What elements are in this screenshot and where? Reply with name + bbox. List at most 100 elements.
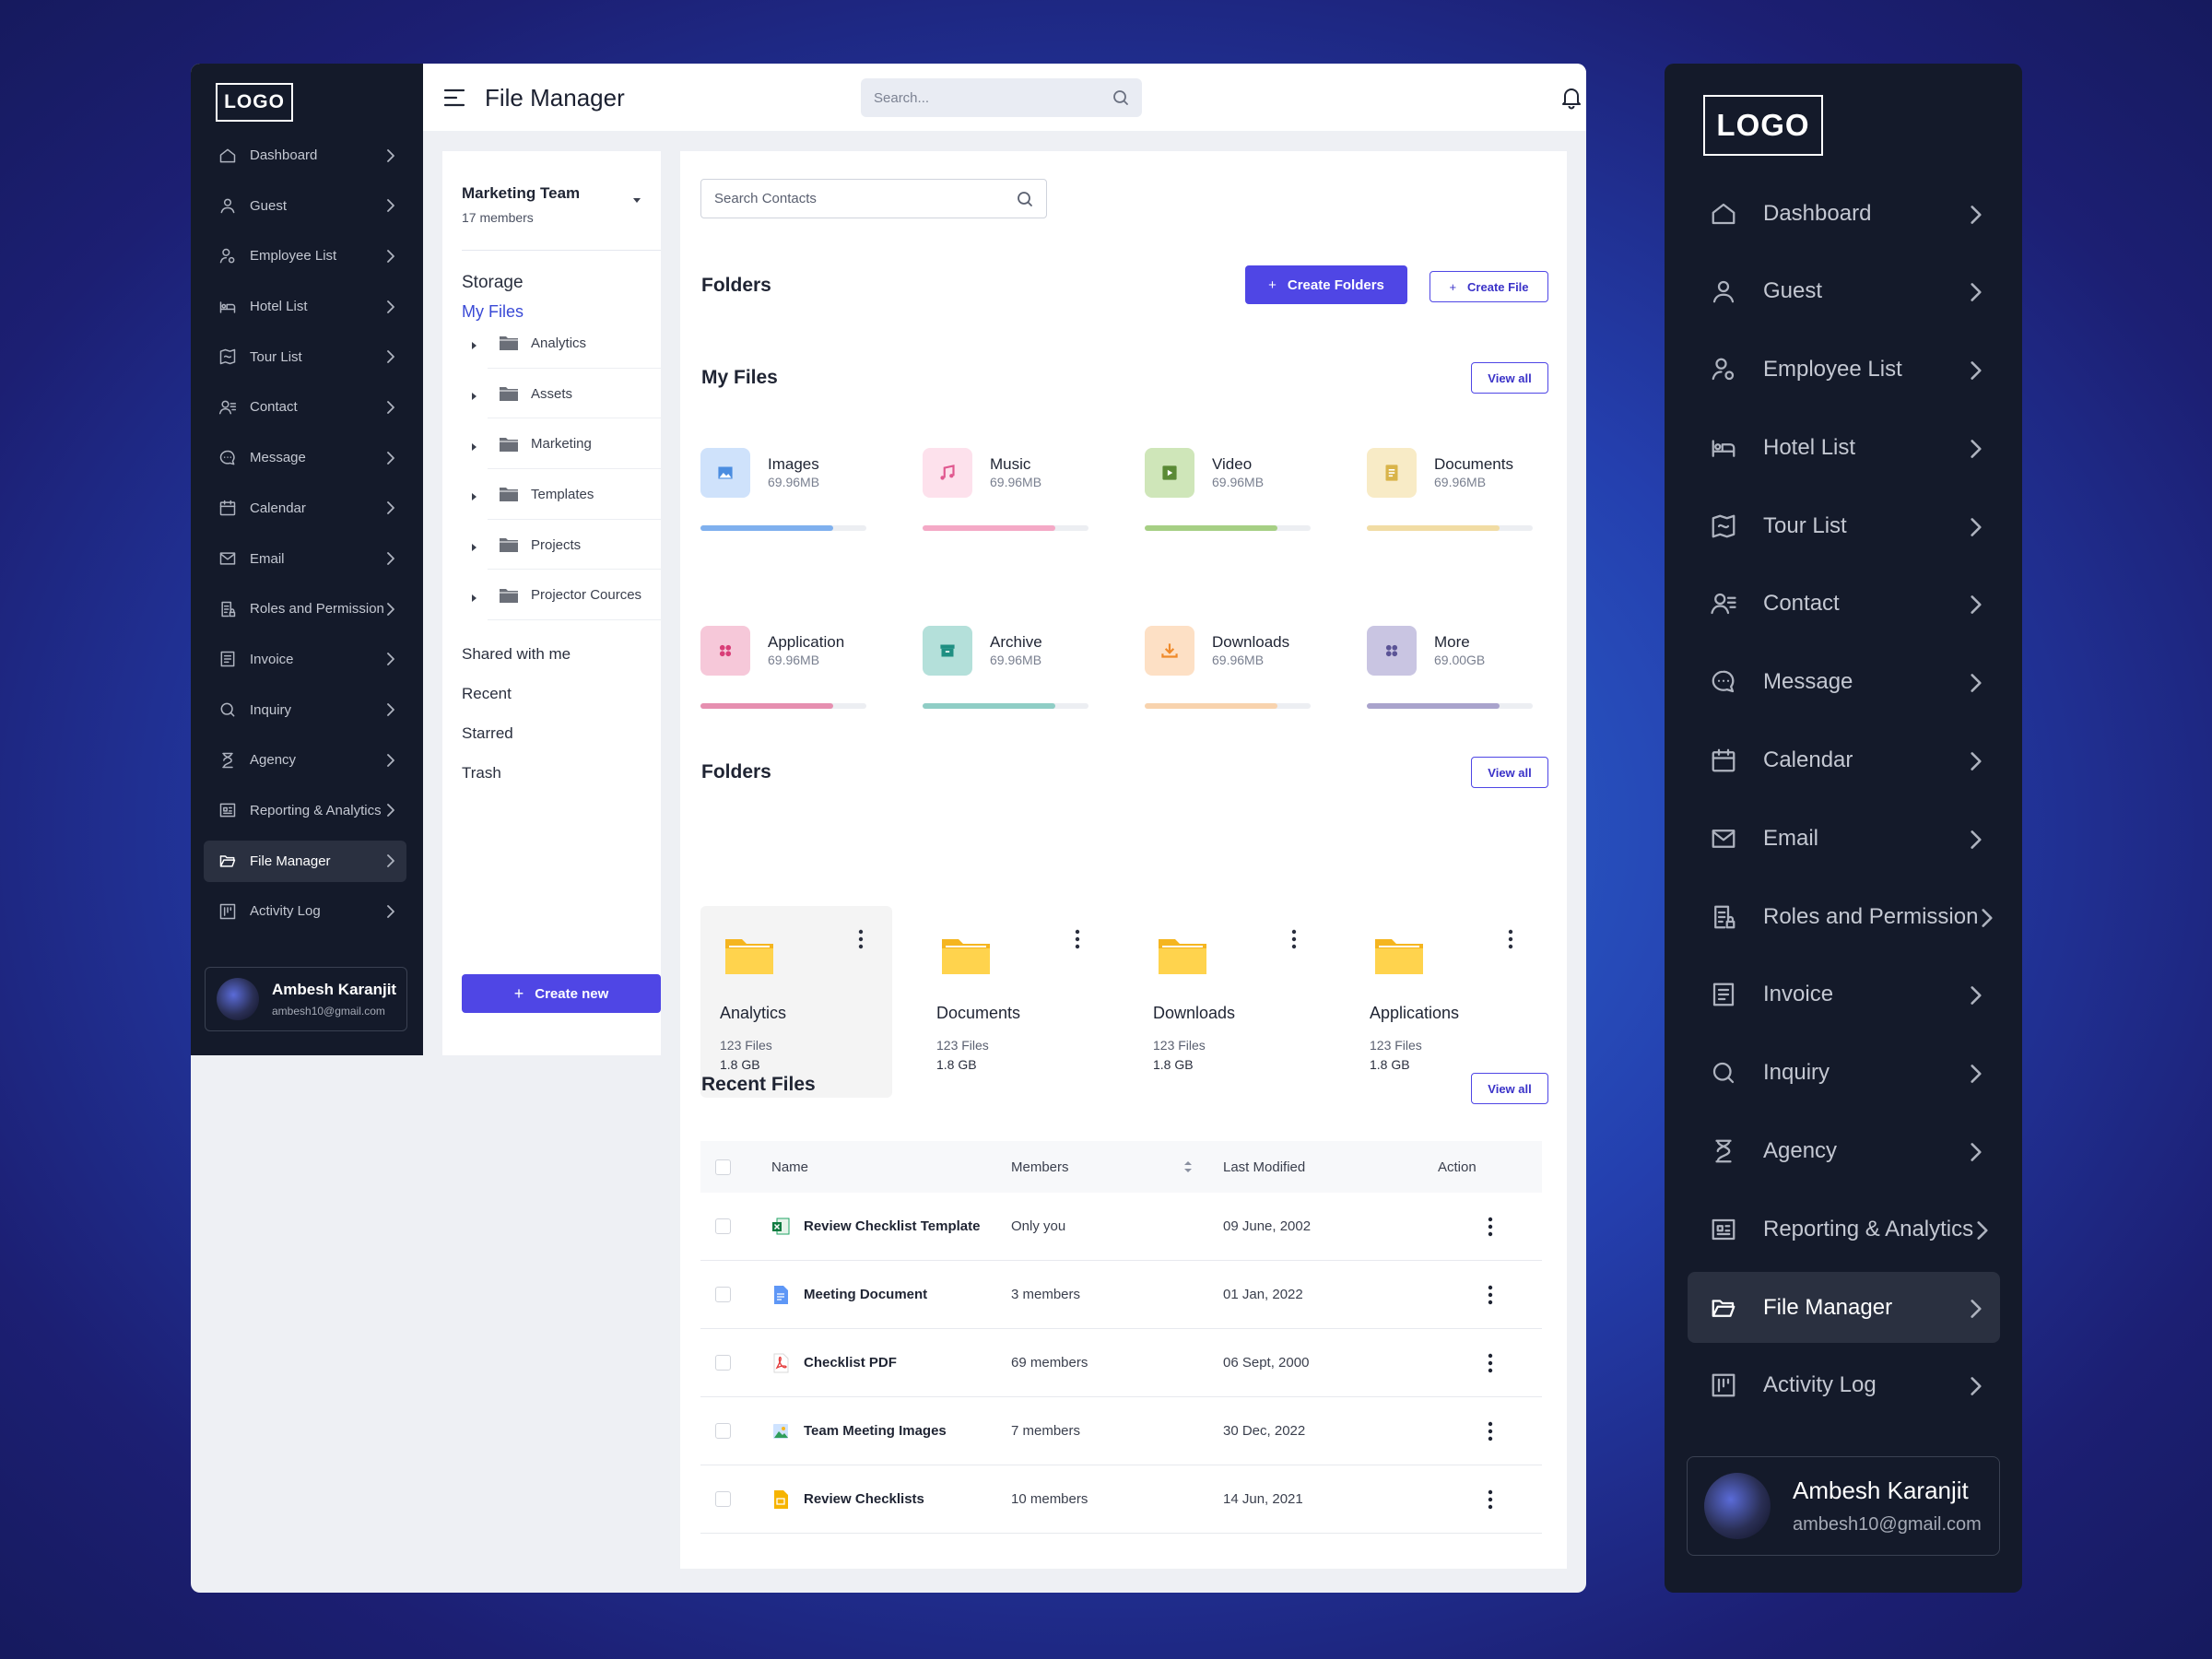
tree-folder-projector-cources[interactable]: Projector Cources (462, 570, 661, 620)
search-icon[interactable] (1017, 191, 1033, 207)
sidebar-big-item-tour-list[interactable]: Tour List (1688, 490, 2000, 561)
sidebar-big-item-inquiry[interactable]: Inquiry (1688, 1038, 2000, 1109)
sidebar-big-item-agency[interactable]: Agency (1688, 1116, 2000, 1187)
caret-right-icon[interactable] (469, 489, 478, 501)
file-type-images[interactable]: Images 69.96MB (700, 448, 866, 559)
create-folders-button[interactable]: + Create Folders (1245, 265, 1407, 304)
sidebar-item-reporting-analytics[interactable]: Reporting & Analytics (204, 790, 406, 831)
sidebar-item-contact[interactable]: Contact (204, 386, 406, 428)
caret-right-icon[interactable] (469, 440, 478, 451)
more-vertical-icon[interactable] (1487, 1420, 1494, 1442)
folder-card-documents[interactable]: Documents 123 Files 1.8 GB (917, 906, 1109, 1098)
file-type-video[interactable]: Video 69.96MB (1145, 448, 1311, 559)
tree-folder-analytics[interactable]: Analytics (462, 318, 661, 369)
sidebar-item-hotel-list[interactable]: Hotel List (204, 286, 406, 327)
tree-folder-templates[interactable]: Templates (462, 469, 661, 520)
sidebar-item-calendar[interactable]: Calendar (204, 488, 406, 529)
link-recent[interactable]: Recent (462, 685, 571, 724)
row-checkbox[interactable] (715, 1287, 731, 1302)
more-vertical-icon[interactable] (1487, 1352, 1494, 1374)
sidebar-item-message[interactable]: Message (204, 437, 406, 478)
more-vertical-icon[interactable] (1074, 928, 1081, 950)
column-last-modified[interactable]: Last Modified (1223, 1159, 1305, 1175)
file-name[interactable]: Review Checklist Template (804, 1218, 980, 1234)
create-file-button[interactable]: + Create File (1430, 271, 1548, 302)
header-search-input[interactable]: Search... (861, 78, 1142, 117)
user-card[interactable]: Ambesh Karanjit ambesh10@gmail.com (205, 967, 407, 1031)
file-type-more[interactable]: More 69.00GB (1367, 626, 1533, 736)
caret-right-icon[interactable] (469, 540, 478, 552)
sidebar-big-item-guest[interactable]: Guest (1688, 256, 2000, 327)
tree-folder-marketing[interactable]: Marketing (462, 418, 661, 469)
search-icon[interactable] (1112, 89, 1129, 106)
sidebar-big-item-email[interactable]: Email (1688, 803, 2000, 874)
sidebar-big-item-activity-log[interactable]: Activity Log (1688, 1350, 2000, 1421)
tree-folder-projects[interactable]: Projects (462, 520, 661, 571)
sidebar-big-item-message[interactable]: Message (1688, 647, 2000, 718)
sidebar-big-item-roles-and-permission[interactable]: Roles and Permission (1688, 881, 2000, 952)
sidebar-big-item-file-manager[interactable]: File Manager (1688, 1272, 2000, 1344)
file-name[interactable]: Team Meeting Images (804, 1423, 947, 1439)
folder-card-applications[interactable]: Applications 123 Files 1.8 GB (1350, 906, 1542, 1098)
more-vertical-icon[interactable] (1487, 1216, 1494, 1238)
folders-view-all-button[interactable]: View all (1471, 757, 1548, 788)
sidebar-big-item-dashboard[interactable]: Dashboard (1688, 178, 2000, 249)
more-vertical-icon[interactable] (857, 928, 865, 950)
sidebar-big-item-hotel-list[interactable]: Hotel List (1688, 412, 2000, 483)
create-new-button[interactable]: + Create new (462, 974, 661, 1013)
folder-card-analytics[interactable]: Analytics 123 Files 1.8 GB (700, 906, 892, 1098)
bell-icon[interactable] (1559, 86, 1583, 110)
more-vertical-icon[interactable] (1290, 928, 1298, 950)
sort-icon[interactable] (1182, 1159, 1194, 1174)
table-row[interactable]: Team Meeting Images 7 members 30 Dec, 2022 (700, 1397, 1542, 1465)
more-vertical-icon[interactable] (1507, 928, 1514, 950)
file-name[interactable]: Review Checklists (804, 1491, 924, 1507)
select-all-checkbox[interactable] (715, 1159, 731, 1175)
sidebar-item-email[interactable]: Email (204, 538, 406, 580)
sidebar-item-tour-list[interactable]: Tour List (204, 336, 406, 378)
file-type-archive[interactable]: Archive 69.96MB (923, 626, 1088, 736)
table-row[interactable]: Review Checklist Template Only you 09 June… (700, 1193, 1542, 1261)
sidebar-item-inquiry[interactable]: Inquiry (204, 689, 406, 731)
column-members[interactable]: Members (1011, 1159, 1069, 1175)
team-selector[interactable]: Marketing Team 17 members (462, 184, 660, 225)
sidebar-big-item-contact[interactable]: Contact (1688, 569, 2000, 640)
table-row[interactable]: Checklist PDF 69 members 06 Sept, 2000 (700, 1329, 1542, 1397)
row-checkbox[interactable] (715, 1218, 731, 1234)
link-shared-with-me[interactable]: Shared with me (462, 645, 571, 685)
caret-down-icon[interactable] (632, 195, 641, 205)
caret-right-icon[interactable] (469, 389, 478, 401)
link-starred[interactable]: Starred (462, 724, 571, 764)
more-vertical-icon[interactable] (1487, 1488, 1494, 1511)
sidebar-item-employee-list[interactable]: Employee List (204, 235, 406, 276)
file-name[interactable]: Checklist PDF (804, 1355, 897, 1371)
hamburger-menu-icon[interactable] (443, 88, 465, 108)
sidebar-item-activity-log[interactable]: Activity Log (204, 890, 406, 932)
file-type-music[interactable]: Music 69.96MB (923, 448, 1088, 559)
sidebar-big-item-invoice[interactable]: Invoice (1688, 959, 2000, 1030)
file-type-downloads[interactable]: Downloads 69.96MB (1145, 626, 1311, 736)
sidebar-big-item-employee-list[interactable]: Employee List (1688, 335, 2000, 406)
recent-files-view-all-button[interactable]: View all (1471, 1073, 1548, 1104)
sidebar-item-guest[interactable]: Guest (204, 185, 406, 227)
file-name[interactable]: Meeting Document (804, 1287, 927, 1302)
contacts-search-input[interactable]: Search Contacts (700, 179, 1047, 218)
table-row[interactable]: Review Checklists 10 members 14 Jun, 2021 (700, 1465, 1542, 1534)
sidebar-item-file-manager[interactable]: File Manager (204, 840, 406, 882)
sidebar-item-agency[interactable]: Agency (204, 739, 406, 781)
sidebar-item-invoice[interactable]: Invoice (204, 639, 406, 680)
file-type-documents[interactable]: Documents 69.96MB (1367, 448, 1533, 559)
sidebar-item-roles-and-permission[interactable]: Roles and Permission (204, 588, 406, 629)
tree-folder-assets[interactable]: Assets (462, 369, 661, 419)
row-checkbox[interactable] (715, 1355, 731, 1371)
link-trash[interactable]: Trash (462, 764, 571, 804)
file-type-application[interactable]: Application 69.96MB (700, 626, 866, 736)
caret-right-icon[interactable] (469, 591, 478, 602)
sidebar-item-dashboard[interactable]: Dashboard (204, 135, 406, 176)
column-name[interactable]: Name (771, 1159, 808, 1175)
caret-right-icon[interactable] (469, 338, 478, 350)
sidebar-big-item-reporting-analytics[interactable]: Reporting & Analytics (1688, 1194, 2000, 1265)
row-checkbox[interactable] (715, 1491, 731, 1507)
more-vertical-icon[interactable] (1487, 1284, 1494, 1306)
row-checkbox[interactable] (715, 1423, 731, 1439)
